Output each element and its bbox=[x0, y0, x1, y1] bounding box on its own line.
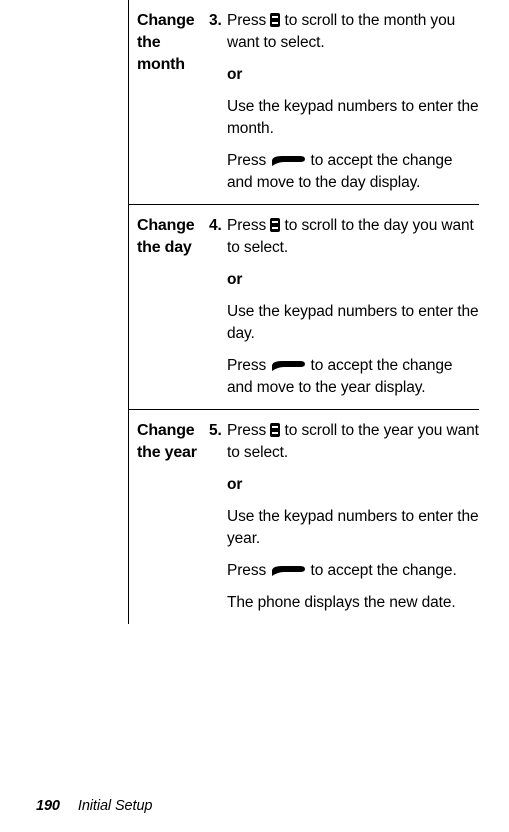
step-number: 3. bbox=[209, 10, 227, 32]
instruction-table: Change the month 3. Press to scroll to t… bbox=[128, 0, 479, 624]
step-number: 5. bbox=[209, 420, 227, 442]
step-text: Press to scroll to the day you want to s… bbox=[227, 215, 479, 259]
step-number: 4. bbox=[209, 215, 227, 237]
step-text: Press to scroll to the year you want to … bbox=[227, 420, 479, 464]
text: Use the keypad numbers to enter the day. bbox=[227, 301, 479, 345]
row-body: 5. Press to scroll to the year you want … bbox=[209, 420, 479, 614]
ok-key-icon bbox=[270, 565, 306, 577]
text: Press to accept the change. bbox=[227, 560, 479, 582]
table-row: Change the month 3. Press to scroll to t… bbox=[129, 0, 479, 204]
text: Press bbox=[227, 422, 270, 439]
or-label: or bbox=[227, 474, 479, 496]
or-label: or bbox=[227, 269, 479, 291]
scroll-key-icon bbox=[270, 218, 280, 232]
page: Change the month 3. Press to scroll to t… bbox=[0, 0, 509, 832]
table-row: Change the year 5. Press to scroll to th… bbox=[129, 409, 479, 624]
text: Use the keypad numbers to enter the year… bbox=[227, 506, 479, 550]
page-number: 190 bbox=[36, 798, 60, 814]
text: Press bbox=[227, 357, 270, 374]
text: Use the keypad numbers to enter the mont… bbox=[227, 96, 479, 140]
ok-key-icon bbox=[270, 360, 306, 372]
row-label: Change the year bbox=[129, 420, 209, 614]
scroll-key-icon bbox=[270, 13, 280, 27]
scroll-key-icon bbox=[270, 423, 280, 437]
text: Press to accept the change and move to t… bbox=[227, 150, 479, 194]
row-body: 4. Press to scroll to the day you want t… bbox=[209, 215, 479, 399]
or-label: or bbox=[227, 64, 479, 86]
text: Press bbox=[227, 562, 270, 579]
table-row: Change the day 4. Press to scroll to the… bbox=[129, 204, 479, 409]
text: The phone displays the new date. bbox=[227, 592, 479, 614]
text: Press bbox=[227, 12, 270, 29]
text: Press bbox=[227, 217, 270, 234]
step-text: Press to scroll to the month you want to… bbox=[227, 10, 479, 54]
row-label: Change the month bbox=[129, 10, 209, 194]
ok-key-icon bbox=[270, 155, 306, 167]
text: Press bbox=[227, 152, 270, 169]
text: to accept the change. bbox=[306, 562, 456, 579]
page-footer: 190 Initial Setup bbox=[36, 798, 152, 814]
row-body: 3. Press to scroll to the month you want… bbox=[209, 10, 479, 194]
row-label: Change the day bbox=[129, 215, 209, 399]
text: Press to accept the change and move to t… bbox=[227, 355, 479, 399]
section-title: Initial Setup bbox=[78, 798, 152, 814]
